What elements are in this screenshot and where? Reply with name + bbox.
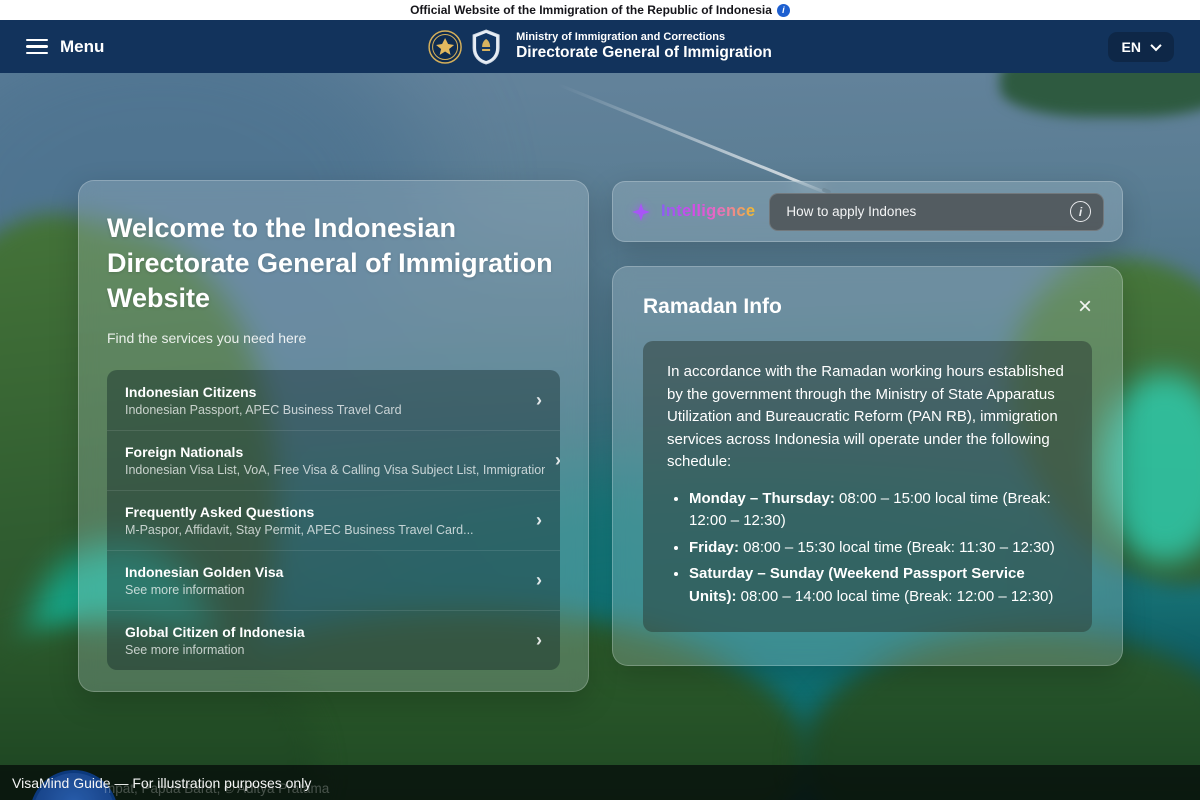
schedule-item: Saturday – Sunday (Weekend Passport Serv…	[689, 563, 1068, 608]
service-title: Frequently Asked Questions	[125, 504, 474, 520]
ramadan-body-text: In accordance with the Ramadan working h…	[667, 361, 1068, 474]
service-subtitle: Indonesian Visa List, VoA, Free Visa & C…	[125, 463, 545, 477]
service-item-faq[interactable]: Frequently Asked Questions M-Paspor, Aff…	[107, 490, 560, 550]
immigration-shield-icon	[471, 29, 501, 65]
language-code: EN	[1122, 39, 1141, 55]
ministry-emblem-icon	[428, 30, 462, 64]
ramadan-title: Ramadan Info	[643, 295, 782, 319]
search-input-wrapper: i	[769, 193, 1104, 231]
official-top-bar: Official Website of the Immigration of t…	[0, 0, 1200, 20]
service-title: Foreign Nationals	[125, 444, 545, 460]
service-subtitle: M-Paspor, Affidavit, Stay Permit, APEC B…	[125, 523, 474, 537]
ramadan-body-box: In accordance with the Ramadan working h…	[643, 341, 1092, 632]
service-item-indonesian-citizens[interactable]: Indonesian Citizens Indonesian Passport,…	[107, 370, 560, 430]
welcome-subtitle: Find the services you need here	[107, 330, 560, 346]
chevron-right-icon: ›	[536, 390, 542, 411]
info-icon[interactable]: i	[1070, 201, 1091, 222]
footer-bar: mpat, Papua Barat, © Aditya Pratama Visa…	[0, 765, 1200, 800]
menu-button[interactable]: Menu	[26, 37, 104, 57]
chevron-right-icon: ›	[536, 630, 542, 651]
hamburger-icon	[26, 39, 48, 55]
boat-wake	[557, 83, 827, 194]
close-icon[interactable]: ×	[1078, 297, 1092, 316]
header-branding: Ministry of Immigration and Corrections …	[428, 29, 772, 65]
service-title: Global Citizen of Indonesia	[125, 624, 305, 640]
search-input[interactable]	[786, 204, 1062, 219]
ministry-title: Ministry of Immigration and Corrections …	[516, 31, 772, 63]
chevron-right-icon: ›	[536, 570, 542, 591]
main-header: Menu Ministry of Immigration and Correct…	[0, 20, 1200, 73]
service-title: Indonesian Citizens	[125, 384, 402, 400]
schedule-item: Friday: 08:00 – 15:30 local time (Break:…	[689, 537, 1068, 560]
islet-top-right	[1000, 73, 1200, 117]
sparkle-icon	[631, 202, 651, 222]
menu-label: Menu	[60, 37, 104, 57]
service-item-foreign-nationals[interactable]: Foreign Nationals Indonesian Visa List, …	[107, 430, 560, 490]
service-item-global-citizen[interactable]: Global Citizen of Indonesia See more inf…	[107, 610, 560, 670]
intelligence-search-card: Intelligence i	[612, 181, 1123, 242]
ministry-line2: Directorate General of Immigration	[516, 44, 772, 63]
info-icon[interactable]: i	[777, 4, 790, 17]
welcome-title: Welcome to the Indonesian Directorate Ge…	[107, 211, 560, 316]
schedule-label: Monday – Thursday:	[689, 490, 835, 507]
service-subtitle: Indonesian Passport, APEC Business Trave…	[125, 403, 402, 417]
intelligence-brand-label: Intelligence	[661, 202, 755, 221]
schedule-text: 08:00 – 14:00 local time (Break: 12:00 –…	[737, 588, 1054, 605]
service-subtitle: See more information	[125, 583, 283, 597]
chevron-right-icon: ›	[536, 510, 542, 531]
language-selector[interactable]: EN	[1108, 32, 1174, 62]
chevron-right-icon: ›	[555, 450, 560, 471]
ramadan-schedule-list: Monday – Thursday: 08:00 – 15:00 local t…	[667, 488, 1068, 609]
schedule-label: Friday:	[689, 539, 739, 556]
ramadan-info-card: Ramadan Info × In accordance with the Ra…	[612, 266, 1123, 666]
official-top-bar-text: Official Website of the Immigration of t…	[410, 3, 772, 17]
service-list: Indonesian Citizens Indonesian Passport,…	[107, 370, 560, 670]
schedule-item: Monday – Thursday: 08:00 – 15:00 local t…	[689, 488, 1068, 533]
page: Official Website of the Immigration of t…	[0, 0, 1200, 800]
welcome-card: Welcome to the Indonesian Directorate Ge…	[78, 180, 589, 692]
service-item-golden-visa[interactable]: Indonesian Golden Visa See more informat…	[107, 550, 560, 610]
service-title: Indonesian Golden Visa	[125, 564, 283, 580]
footer-disclaimer: VisaMind Guide — For illustration purpos…	[12, 775, 311, 791]
schedule-text: 08:00 – 15:30 local time (Break: 11:30 –…	[739, 539, 1055, 556]
chevron-down-icon	[1150, 39, 1161, 50]
service-subtitle: See more information	[125, 643, 305, 657]
ministry-line1: Ministry of Immigration and Corrections	[516, 31, 772, 44]
